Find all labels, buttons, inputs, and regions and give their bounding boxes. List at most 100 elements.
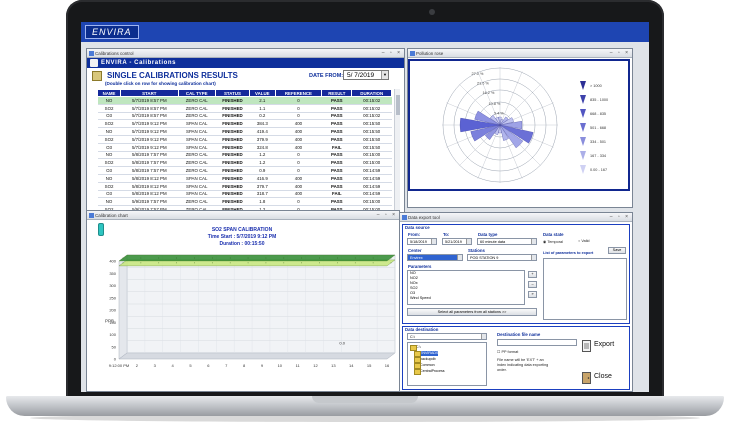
folder-item[interactable]: CentralProcess: [414, 369, 445, 375]
calibrations-window-titlebar[interactable]: Calibrations control – ▫ ×: [87, 49, 404, 58]
table-cell: 379.9: [249, 135, 276, 144]
table-row[interactable]: NO 5/9/2019 7:57 PM ZERO CAL FINISHED 1.8 0 PA…: [97, 197, 392, 207]
folder-item[interactable]: ENVIRADS: [414, 351, 439, 357]
table-cell: 419.4: [249, 127, 276, 136]
y-tick-label: 400: [109, 259, 116, 264]
laptop-notch: [312, 396, 418, 403]
select-all-button[interactable]: Select all parameters from all stations …: [407, 308, 537, 316]
window-controls[interactable]: – ▫ ×: [610, 50, 630, 57]
table-header-row: NAME START CAL TYPE STATUS VALUE REFERENCE RES…: [96, 89, 392, 97]
table-row[interactable]: O3 5/8/2019 8:12 PM SPAN CAL FINISHED 318.7 4…: [97, 190, 392, 199]
chart-point: [354, 262, 356, 264]
window-controls[interactable]: – ▫ ×: [377, 212, 397, 219]
file-name-input[interactable]: [497, 339, 577, 346]
table-row[interactable]: O3 5/7/2019 9:12 PM SPAN CAL FINISHED 324.8 4…: [97, 143, 392, 152]
column-header[interactable]: STATUS: [214, 89, 250, 97]
window-controls[interactable]: – ▫ ×: [382, 50, 402, 57]
folder-tree[interactable]: C:\ ENVIRADS backupdb Common CentralProcess: [407, 342, 487, 386]
chevron-down-icon[interactable]: ▼: [381, 71, 388, 79]
column-header[interactable]: DURATION: [351, 89, 392, 97]
table-row[interactable]: NO 5/7/2019 8:57 PM ZERO CAL FINISHED 2.1 0 PA…: [97, 96, 392, 105]
table-row[interactable]: SO2 5/7/2019 9:12 PM SPAN CAL FINISHED 384.3…: [97, 119, 392, 129]
format-checkbox[interactable]: ☐ PP format: [497, 349, 518, 354]
data-type-select[interactable]: 60 minute data: [477, 238, 537, 245]
table-row[interactable]: SO2 5/7/2019 8:57 PM ZERO CAL FINISHED 1.1 0 P…: [97, 104, 392, 113]
table-cell: PASS: [321, 127, 352, 136]
pollution-window-titlebar[interactable]: Pollution rose – ▫ ×: [408, 49, 632, 58]
x-tick-label: 9:12:00 PM: [109, 363, 129, 368]
stations-select[interactable]: POD STATION 9: [467, 254, 537, 261]
table-cell: 00:15:02: [351, 96, 392, 105]
center-select[interactable]: Envirex: [407, 254, 463, 261]
column-header[interactable]: RESULT: [321, 89, 353, 97]
table-cell: FAIL: [321, 143, 352, 152]
window-icon: [89, 51, 94, 56]
chevron-down-icon[interactable]: [531, 239, 536, 244]
save-button[interactable]: Save: [608, 247, 626, 254]
rose-spoke: [499, 71, 523, 126]
table-cell: SO2: [97, 135, 121, 144]
from-date-value: 5/18/2019: [410, 240, 427, 244]
table-row[interactable]: SO2 5/7/2019 9:12 PM SPAN CAL FINISHED 379.9…: [97, 135, 392, 144]
state-valid-radio[interactable]: ○ Valid: [578, 239, 590, 243]
table-row[interactable]: SO2 5/8/2019 7:57 PM ZERO CAL FINISHED 1.2 0 P…: [97, 158, 392, 168]
table-cell: SPAN CAL: [178, 143, 216, 152]
to-date-field[interactable]: 5/21/2019: [442, 238, 472, 245]
column-header[interactable]: REFERENCE: [274, 89, 323, 97]
parameters-label: Parameters: [408, 264, 432, 269]
scrollbar-thumb[interactable]: [396, 95, 400, 115]
export-window-titlebar[interactable]: Data export tool – ▫ ×: [400, 213, 632, 222]
add-all-button[interactable]: »: [528, 291, 537, 298]
add-parameter-button[interactable]: +: [528, 271, 537, 278]
date-from-picker[interactable]: 5/ 7/2019 ▼: [343, 70, 389, 80]
drive-select[interactable]: C:\: [407, 333, 487, 340]
chart-point: [354, 257, 356, 259]
table-row[interactable]: NO 5/7/2019 9:12 PM SPAN CAL FINISHED 419.4 4…: [97, 127, 392, 136]
from-date-field[interactable]: 5/18/2019: [407, 238, 437, 245]
x-tick-label: 9: [261, 363, 264, 368]
column-header[interactable]: START: [120, 89, 179, 97]
chart-window-titlebar[interactable]: Calibration chart – ▫ ×: [87, 211, 399, 220]
chart-point: [265, 262, 267, 264]
table-cell: O3: [97, 166, 121, 175]
chevron-down-icon[interactable]: [466, 239, 471, 244]
table-cell: 5/7/2019 9:12 PM: [120, 127, 178, 136]
folder-item[interactable]: Common: [414, 363, 435, 369]
table-row[interactable]: SO2 5/8/2019 8:12 PM SPAN CAL FINISHED 379.7…: [97, 182, 392, 191]
legend-swatch: [580, 165, 586, 174]
chart-window-title: Calibration chart: [95, 213, 128, 218]
export-button[interactable]: Export: [582, 339, 614, 357]
chart-point: [229, 262, 231, 264]
export-window-title: Data export tool: [408, 215, 440, 220]
table-cell: SPAN CAL: [178, 135, 216, 144]
table-row[interactable]: NO 5/8/2019 8:12 PM SPAN CAL FINISHED 416.9 4…: [97, 174, 392, 183]
parameters-list[interactable]: NO NO2 NOx SO2 O3 Wind Speed: [407, 270, 525, 305]
chart-point: [319, 257, 320, 259]
folder-item[interactable]: C:\: [410, 345, 421, 351]
window-controls[interactable]: – ▫ ×: [610, 214, 630, 221]
table-row[interactable]: NO 5/8/2019 7:57 PM ZERO CAL FINISHED 1.2 0 PA…: [97, 151, 392, 160]
export-parameters-list[interactable]: [543, 258, 627, 320]
remove-parameter-button[interactable]: –: [528, 281, 537, 288]
chevron-down-icon[interactable]: [481, 334, 486, 339]
table-row[interactable]: O3 5/8/2019 7:57 PM ZERO CAL FINISHED 0.9 0 PA…: [97, 166, 392, 175]
chevron-down-icon[interactable]: [531, 255, 536, 260]
data-type-value: 60 minute data: [480, 240, 506, 244]
table-scrollbar[interactable]: [394, 89, 400, 229]
column-header[interactable]: VALUE: [248, 89, 276, 97]
chevron-down-icon[interactable]: [457, 255, 462, 260]
state-temporal-radio[interactable]: ◉ Temporal: [543, 239, 563, 244]
table-cell: 0: [275, 158, 322, 168]
table-cell: ZERO CAL: [178, 104, 216, 113]
list-item[interactable]: Wind Speed: [408, 296, 524, 301]
chevron-down-icon[interactable]: [431, 239, 436, 244]
chart-point: [301, 257, 303, 259]
table-row[interactable]: O3 5/7/2019 8:57 PM ZERO CAL FINISHED 0.2 0 PA…: [97, 112, 392, 121]
format-label: PP format: [501, 350, 519, 354]
column-header[interactable]: CAL TYPE: [177, 89, 216, 97]
table-cell: 324.8: [249, 143, 276, 152]
folder-item[interactable]: backupdb: [414, 357, 436, 363]
close-button[interactable]: Close: [582, 371, 612, 389]
column-header[interactable]: NAME: [96, 89, 122, 97]
chart-point: [176, 257, 177, 259]
